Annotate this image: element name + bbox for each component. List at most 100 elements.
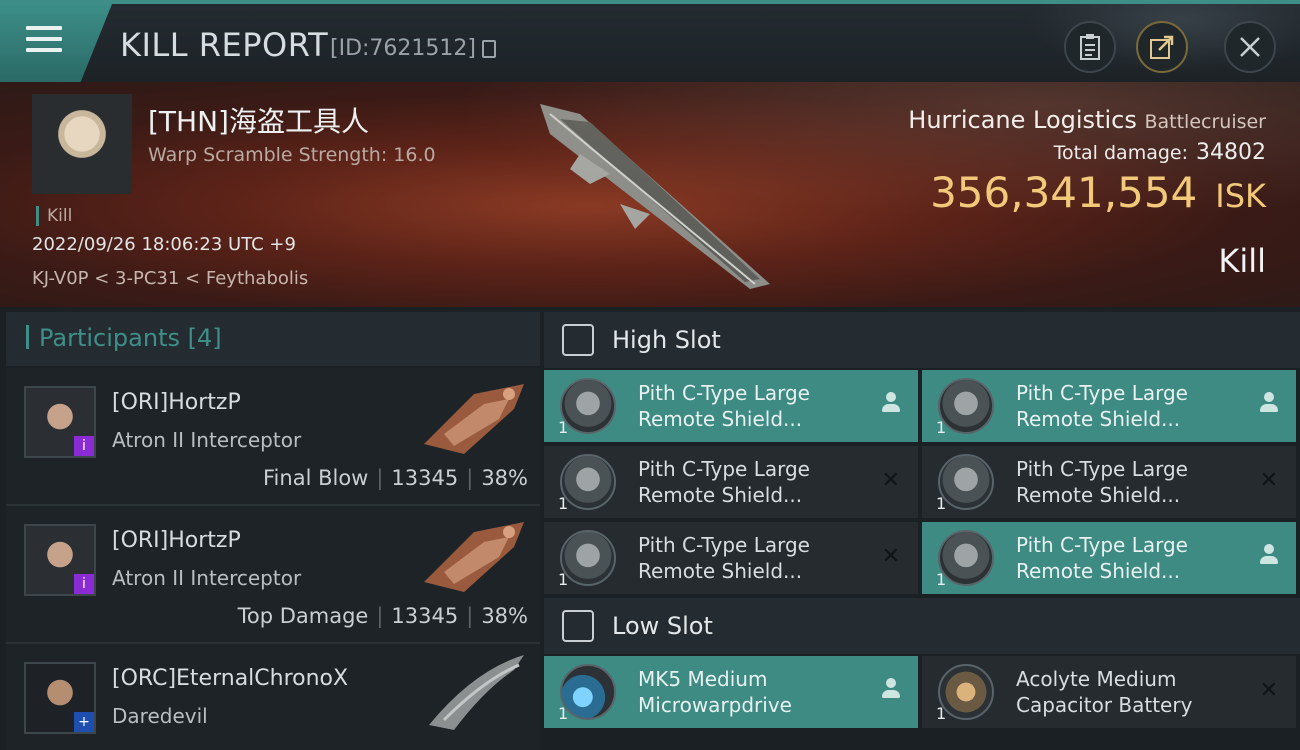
shield-module-icon	[560, 378, 616, 434]
high-slot-modules: 1 Pith C-Type Large Remote Shield... 1 Pith…	[544, 368, 1300, 594]
corp-badge: i	[74, 574, 94, 594]
module-quantity: 1	[936, 704, 947, 723]
capacitor-battery-icon	[938, 664, 994, 720]
share-icon	[1150, 35, 1174, 59]
participant-ship-image	[429, 655, 524, 730]
participant-stats: Final Blow | 13345 | 38%	[263, 466, 528, 490]
participant-row[interactable]: i [ORI]HortzP Atron II Interceptor Top D…	[6, 506, 540, 644]
kill-result: Kill	[1218, 242, 1266, 280]
participant-name: [ORI]HortzP	[112, 528, 241, 553]
avatar[interactable]: i	[24, 386, 96, 458]
module-quantity: 1	[936, 494, 947, 513]
participant-ship-image	[424, 522, 524, 592]
warp-scramble-strength: Warp Scramble Strength: 16.0	[148, 144, 436, 166]
participants-panel: Participants [4] i [ORI]HortzP Atron II …	[6, 312, 540, 750]
module-item[interactable]: 1 Acolyte Medium Capacitor Battery ✕	[922, 656, 1296, 728]
participants-header: Participants [4]	[6, 312, 540, 368]
participant-damage: 13345	[391, 466, 459, 490]
participant-role: Top Damage	[237, 604, 369, 628]
module-name: Pith C-Type Large Remote Shield...	[1016, 533, 1188, 583]
high-slot-icon	[562, 324, 594, 356]
kill-date: 2022/09/26 18:06:23 UTC +9	[32, 234, 296, 255]
high-slot-header: High Slot	[544, 312, 1300, 368]
clipboard-button[interactable]	[1064, 21, 1116, 73]
avatar[interactable]: i	[24, 524, 96, 596]
shield-module-icon	[938, 378, 994, 434]
close-icon	[1240, 37, 1260, 57]
module-quantity: 1	[558, 418, 569, 437]
module-item[interactable]: 1 Pith C-Type Large Remote Shield... ✕	[544, 522, 918, 594]
fitted-person-icon	[1260, 392, 1278, 414]
menu-icon	[26, 26, 62, 54]
destroyed-x-icon: ✕	[1259, 678, 1278, 703]
report-id: [ID:7621512]	[330, 36, 476, 61]
high-slot-title: High Slot	[612, 326, 721, 354]
module-item[interactable]: 1 Pith C-Type Large Remote Shield...	[544, 370, 918, 442]
fitted-person-icon	[1260, 544, 1278, 566]
shield-module-icon	[560, 454, 616, 510]
shield-module-icon	[938, 530, 994, 586]
participant-role: Final Blow	[263, 466, 369, 490]
victim-name[interactable]: [THN]海盗工具人	[148, 100, 369, 140]
destroyed-x-icon: ✕	[881, 544, 900, 569]
participant-ship: Atron II Interceptor	[112, 428, 302, 452]
module-quantity: 1	[936, 570, 947, 589]
copy-icon[interactable]	[482, 40, 496, 58]
participant-name: [ORI]HortzP	[112, 390, 241, 415]
participant-row[interactable]: i [ORI]HortzP Atron II Interceptor Final…	[6, 368, 540, 506]
module-quantity: 1	[558, 494, 569, 513]
participant-percent: 38%	[481, 466, 528, 490]
participant-row[interactable]: + [ORC]EternalChronoX Daredevil	[6, 644, 540, 750]
module-item[interactable]: 1 Pith C-Type Large Remote Shield... ✕	[544, 446, 918, 518]
module-quantity: 1	[558, 704, 569, 723]
module-item[interactable]: 1 MK5 Medium Microwarpdrive	[544, 656, 918, 728]
participant-ship-image	[424, 384, 524, 454]
isk-unit: ISK	[1215, 177, 1266, 215]
participant-ship: Daredevil	[112, 704, 208, 728]
victim-ship-name[interactable]: Hurricane Logistics Battlecruiser	[908, 106, 1266, 134]
page-title: KILL REPORT	[120, 26, 329, 64]
shield-module-icon	[938, 454, 994, 510]
module-name: MK5 Medium Microwarpdrive	[638, 667, 792, 717]
avatar[interactable]: +	[24, 662, 96, 734]
module-item[interactable]: 1 Pith C-Type Large Remote Shield...	[922, 522, 1296, 594]
microwarpdrive-icon	[560, 664, 616, 720]
total-damage-label: Total damage:	[1053, 142, 1188, 164]
shield-module-icon	[560, 530, 616, 586]
module-name: Acolyte Medium Capacitor Battery	[1016, 667, 1193, 717]
participant-stats: Top Damage | 13345 | 38%	[237, 604, 528, 628]
participants-label: Participants	[39, 324, 180, 352]
low-slot-modules: 1 MK5 Medium Microwarpdrive 1 Acolyte Mediu…	[544, 654, 1300, 728]
menu-button[interactable]	[0, 4, 112, 82]
share-button[interactable]	[1136, 21, 1188, 73]
fitted-person-icon	[882, 392, 900, 414]
module-name: Pith C-Type Large Remote Shield...	[638, 457, 810, 507]
low-slot-title: Low Slot	[612, 612, 713, 640]
isk-value: 356,341,554 ISK	[930, 168, 1266, 217]
kill-location[interactable]: KJ-V0P < 3-PC31 < Feythabolis	[32, 268, 308, 289]
close-button[interactable]	[1224, 21, 1276, 73]
module-name: Pith C-Type Large Remote Shield...	[1016, 381, 1188, 431]
module-name: Pith C-Type Large Remote Shield...	[638, 533, 810, 583]
destroyed-x-icon: ✕	[1259, 468, 1278, 493]
fitted-person-icon	[882, 678, 900, 700]
total-damage-value: 34802	[1196, 140, 1266, 165]
module-quantity: 1	[558, 570, 569, 589]
victim-portrait[interactable]	[32, 94, 132, 194]
module-item[interactable]: 1 Pith C-Type Large Remote Shield... ✕	[922, 446, 1296, 518]
total-damage: Total damage: 34802	[1054, 140, 1266, 165]
participant-name: [ORC]EternalChronoX	[112, 666, 349, 691]
fitting-panel: High Slot 1 Pith C-Type Large Remote Shiel…	[544, 312, 1300, 750]
isk-amount: 356,341,554	[930, 168, 1198, 217]
module-name: Pith C-Type Large Remote Shield...	[1016, 457, 1188, 507]
participants-count: [4]	[187, 324, 222, 352]
corp-badge: i	[74, 436, 94, 456]
participant-percent: 38%	[481, 604, 528, 628]
module-name: Pith C-Type Large Remote Shield...	[638, 381, 810, 431]
kill-banner: [THN]海盗工具人 Warp Scramble Strength: 16.0 …	[0, 82, 1300, 307]
kill-tag: Kill	[36, 206, 72, 226]
victim-ship-image	[540, 104, 770, 289]
low-slot-icon	[562, 610, 594, 642]
header-bar: KILL REPORT [ID:7621512]	[0, 0, 1300, 82]
module-item[interactable]: 1 Pith C-Type Large Remote Shield...	[922, 370, 1296, 442]
